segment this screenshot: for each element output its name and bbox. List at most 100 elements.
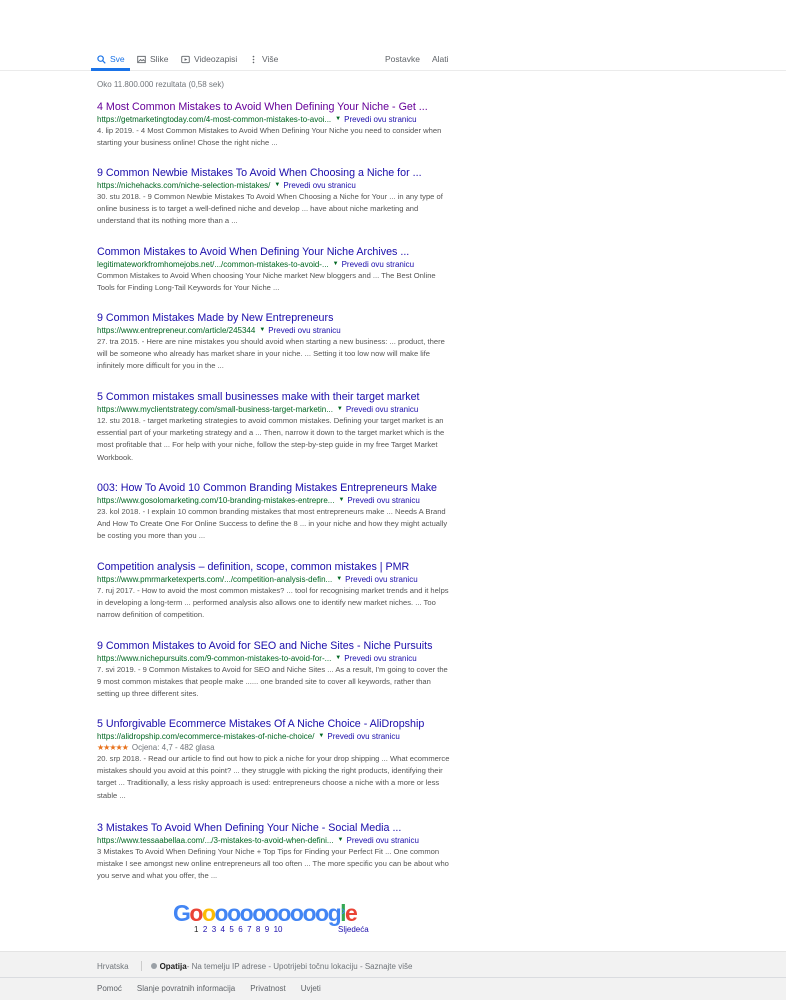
dropdown-arrow-icon[interactable]: ▼: [333, 259, 339, 270]
result-snippet: 3 Mistakes To Avoid When Defining Your N…: [97, 847, 449, 881]
result-url: https://www.nichepursuits.com/9-common-m…: [97, 654, 332, 663]
page-numbers: 1 2 3 4 5 6 7 8 9 10: [194, 925, 283, 934]
result-url-row: https://www.tessaabellaa.com/.../3-mista…: [97, 835, 452, 846]
chevron-right-icon[interactable]: ›: [341, 902, 346, 918]
translate-page-link[interactable]: Prevedi ovu stranicu: [268, 325, 340, 336]
search-result: 003: How To Avoid 10 Common Branding Mis…: [97, 481, 452, 543]
logo-letter: o: [239, 900, 254, 926]
logo-letter: o: [315, 900, 329, 926]
result-url-row: https://www.nichepursuits.com/9-common-m…: [97, 653, 452, 664]
search-result: Common Mistakes to Avoid When Defining Y…: [97, 245, 452, 294]
page-number-link[interactable]: 2: [203, 925, 207, 934]
result-snippet: 4. lip 2019. - 4 Most Common Mistakes to…: [97, 126, 442, 148]
result-title-link[interactable]: 9 Common Mistakes to Avoid for SEO and N…: [97, 639, 452, 653]
search-result: 4 Most Common Mistakes to Avoid When Def…: [97, 100, 452, 149]
page-number-link[interactable]: 9: [265, 925, 269, 934]
result-title-link[interactable]: Competition analysis – definition, scope…: [97, 560, 452, 574]
footer-link-help[interactable]: Pomoć: [97, 984, 122, 993]
active-tab-indicator: [91, 68, 130, 71]
dropdown-arrow-icon[interactable]: ▼: [338, 835, 344, 846]
location-bar: Hrvatska Opatija - Na temelju IP adrese …: [97, 961, 412, 971]
search-result: 9 Common Mistakes Made by New Entreprene…: [97, 311, 452, 373]
translate-page-link[interactable]: Prevedi ovu stranicu: [345, 574, 417, 585]
translate-page-link[interactable]: Prevedi ovu stranicu: [346, 404, 418, 415]
tab-all[interactable]: Sve: [97, 53, 125, 65]
result-snippet: 7. svi 2019. - 9 Common Mistakes to Avoi…: [97, 665, 448, 699]
result-title-link[interactable]: 5 Common mistakes small businesses make …: [97, 390, 452, 404]
dropdown-arrow-icon[interactable]: ▼: [336, 574, 342, 585]
page-number-link[interactable]: 6: [238, 925, 242, 934]
logo-letter: o: [214, 900, 229, 926]
result-url-row: https://www.pmrmarketexperts.com/.../com…: [97, 574, 452, 585]
result-url: https://alidropship.com/ecommerce-mistak…: [97, 732, 315, 741]
location-details[interactable]: - Na temelju IP adrese - Upotrijebi točn…: [187, 962, 413, 971]
dropdown-arrow-icon[interactable]: ▼: [259, 325, 265, 336]
settings-link[interactable]: Postavke: [385, 53, 420, 65]
page-number-link[interactable]: 8: [256, 925, 260, 934]
translate-page-link[interactable]: Prevedi ovu stranicu: [344, 653, 416, 664]
dropdown-arrow-icon[interactable]: ▼: [338, 495, 344, 506]
location-dot-icon: [150, 963, 157, 969]
search-result: 5 Unforgivable Ecommerce Mistakes Of A N…: [97, 717, 452, 802]
tab-videos[interactable]: Videozapisi: [181, 53, 237, 65]
result-url: https://nichehacks.com/niche-selection-m…: [97, 181, 271, 190]
result-title-link[interactable]: 003: How To Avoid 10 Common Branding Mis…: [97, 481, 452, 495]
result-url-row: https://www.myclientstrategy.com/small-b…: [97, 404, 452, 415]
tools-link[interactable]: Alati: [432, 53, 449, 65]
footer-separator: [140, 961, 142, 971]
result-snippet: 23. kol 2018. - I explain 10 common bran…: [97, 507, 448, 541]
dropdown-arrow-icon[interactable]: ▼: [274, 180, 280, 191]
logo-letter: o: [289, 900, 304, 926]
tab-images[interactable]: Slike: [137, 53, 168, 65]
footer-link-privacy[interactable]: Privatnost: [250, 984, 286, 993]
next-page-link[interactable]: Sljedeća: [338, 925, 369, 934]
translate-page-link[interactable]: Prevedi ovu stranicu: [327, 731, 399, 742]
translate-page-link[interactable]: Prevedi ovu stranicu: [344, 114, 416, 125]
tab-images-label: Slike: [150, 54, 169, 64]
result-title-link[interactable]: 9 Common Newbie Mistakes To Avoid When C…: [97, 166, 452, 180]
dropdown-arrow-icon[interactable]: ▼: [335, 653, 341, 664]
result-stats: Oko 11.800.000 rezultata (0,58 sek): [97, 80, 225, 89]
location-name: Opatija: [159, 961, 187, 971]
result-title-link[interactable]: 5 Unforgivable Ecommerce Mistakes Of A N…: [97, 717, 452, 731]
video-icon: [181, 55, 190, 64]
page-number-link[interactable]: 10: [274, 925, 283, 934]
tab-all-label: Sve: [110, 54, 125, 64]
search-icon: [97, 54, 106, 64]
page-number-link[interactable]: 4: [221, 925, 225, 934]
tab-more[interactable]: Više: [249, 53, 278, 65]
translate-page-link[interactable]: Prevedi ovu stranicu: [283, 180, 355, 191]
translate-page-link[interactable]: Prevedi ovu stranicu: [342, 259, 414, 270]
result-url-row: https://www.entrepreneur.com/article/245…: [97, 325, 452, 336]
page-number-link[interactable]: 5: [229, 925, 233, 934]
result-title-link[interactable]: 3 Mistakes To Avoid When Defining Your N…: [97, 821, 452, 835]
logo-letter: e: [345, 900, 358, 926]
search-result: 3 Mistakes To Avoid When Defining Your N…: [97, 821, 452, 883]
translate-page-link[interactable]: Prevedi ovu stranicu: [347, 835, 419, 846]
dropdown-arrow-icon[interactable]: ▼: [335, 114, 341, 125]
result-url: https://www.myclientstrategy.com/small-b…: [97, 405, 333, 414]
page-number-link[interactable]: 3: [212, 925, 216, 934]
result-url-row: https://getmarketingtoday.com/4-most-com…: [97, 114, 452, 125]
page-number-link[interactable]: 1: [194, 925, 198, 934]
translate-page-link[interactable]: Prevedi ovu stranicu: [347, 495, 419, 506]
result-snippet: 7. ruj 2017. - How to avoid the most com…: [97, 586, 449, 620]
tab-more-label: Više: [262, 54, 279, 64]
search-result: 9 Common Newbie Mistakes To Avoid When C…: [97, 166, 452, 228]
pagination: Gooooooooooogle › 1 2 3 4 5 6 7 8 9 10 Sljedeća: [173, 900, 383, 940]
result-title-link[interactable]: 4 Most Common Mistakes to Avoid When Def…: [97, 100, 452, 114]
footer-region: Hrvatska: [97, 961, 129, 971]
footer-link-feedback[interactable]: Slanje povratnih informacija: [137, 984, 235, 993]
footer-link-terms[interactable]: Uvjeti: [301, 984, 321, 993]
more-vert-icon: [249, 55, 258, 64]
image-icon: [137, 55, 146, 64]
result-snippet: 27. tra 2015. - Here are nine mistakes y…: [97, 337, 445, 371]
dropdown-arrow-icon[interactable]: ▼: [337, 404, 343, 415]
dropdown-arrow-icon[interactable]: ▼: [318, 731, 324, 742]
logo-letter: o: [302, 900, 316, 926]
result-title-link[interactable]: 9 Common Mistakes Made by New Entreprene…: [97, 311, 452, 325]
search-result: 5 Common mistakes small businesses make …: [97, 390, 452, 464]
logo-letter: o: [201, 900, 216, 926]
page-number-link[interactable]: 7: [247, 925, 251, 934]
result-title-link[interactable]: Common Mistakes to Avoid When Defining Y…: [97, 245, 452, 259]
